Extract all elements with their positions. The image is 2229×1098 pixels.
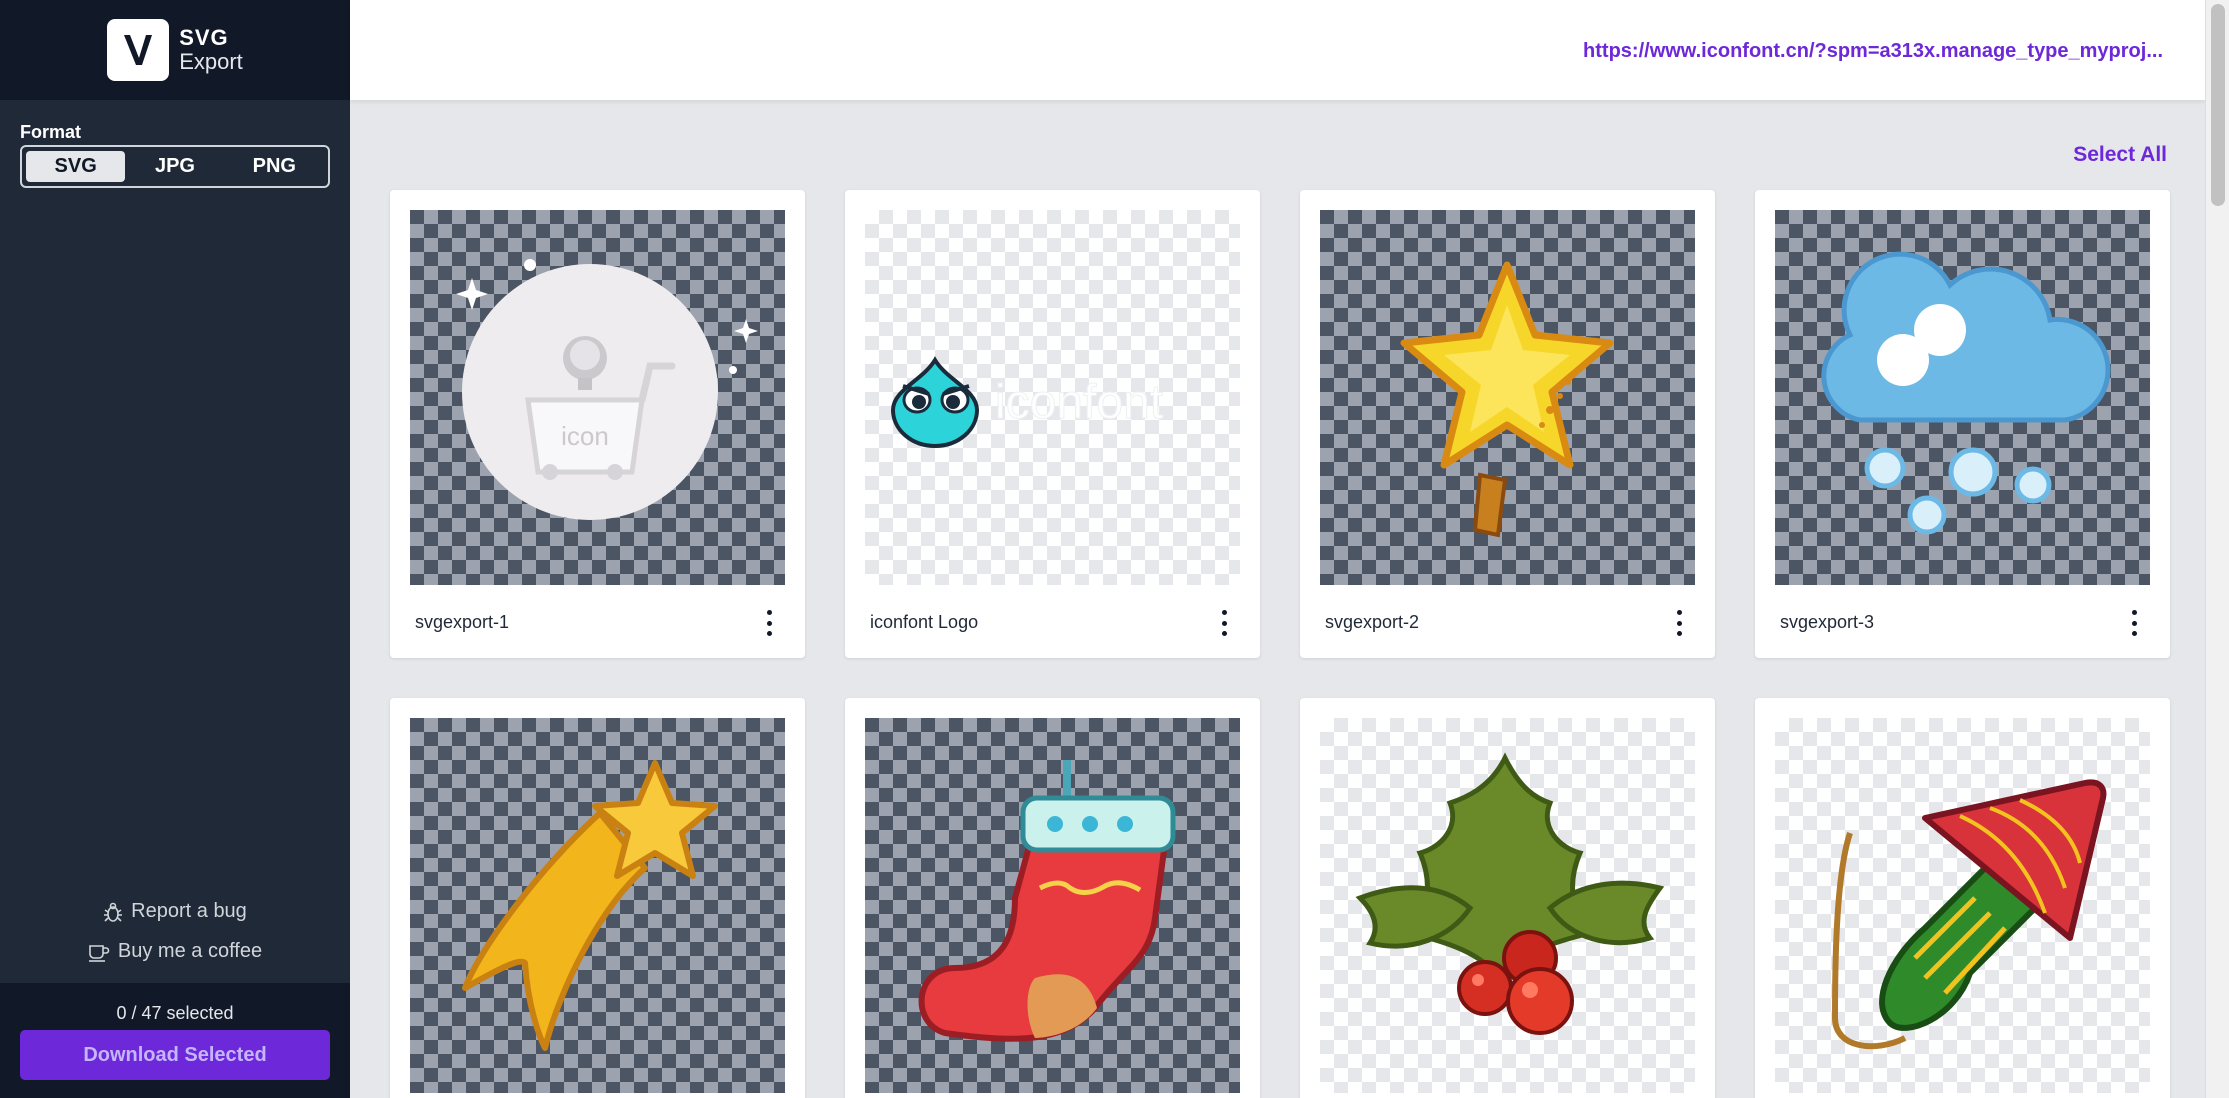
format-option-png[interactable]: PNG — [225, 151, 324, 182]
select-all-button[interactable]: Select All — [2073, 143, 2167, 167]
holly-berries-icon — [1355, 752, 1665, 1035]
sidebar: SVG Export Format SVG JPG PNG Report a b… — [0, 0, 350, 1098]
more-options-icon[interactable] — [1218, 610, 1230, 636]
report-bug-link[interactable]: Report a bug — [0, 900, 350, 923]
icon-card[interactable]: iconfont iconfont Logo — [845, 190, 1260, 658]
report-bug-label: Report a bug — [131, 900, 247, 922]
format-option-svg[interactable]: SVG — [26, 151, 126, 182]
more-options-icon[interactable] — [1673, 610, 1685, 636]
download-selected-button[interactable]: Download Selected — [20, 1030, 330, 1080]
buy-coffee-link[interactable]: Buy me a coffee — [0, 940, 350, 963]
more-options-icon[interactable] — [763, 610, 775, 636]
brand-line-2: Export — [179, 49, 243, 74]
icon-preview — [865, 718, 1240, 1093]
brand-line-1: SVG — [179, 25, 229, 50]
iconfont-logo-icon: iconfont — [890, 356, 1164, 448]
icon-preview — [1775, 718, 2150, 1093]
icon-name: svgexport-3 — [1780, 612, 1875, 632]
icon-card[interactable] — [1755, 698, 2170, 1098]
icon-preview: iconfont — [865, 210, 1240, 585]
christmas-stocking-icon — [918, 760, 1176, 1042]
icon-card[interactable]: svgexport-3 — [1755, 190, 2170, 658]
svg-text:icon: icon — [561, 421, 609, 451]
format-label: Format — [20, 122, 82, 142]
firework-rocket-icon — [1831, 779, 2107, 1050]
icon-preview: icon — [410, 210, 785, 585]
brand-name: SVG Export — [179, 27, 243, 73]
vertical-scrollbar[interactable] — [2205, 0, 2229, 1098]
icon-card[interactable] — [1300, 698, 1715, 1098]
buy-coffee-label: Buy me a coffee — [117, 940, 263, 962]
bug-icon — [104, 902, 123, 922]
scrollbar-thumb[interactable] — [2211, 4, 2225, 206]
svg-text:iconfont: iconfont — [995, 376, 1163, 429]
icon-card[interactable] — [845, 698, 1260, 1098]
shopping-cart-placeholder-icon: icon — [456, 259, 758, 520]
icon-card[interactable] — [390, 698, 805, 1098]
top-bar: https://www.iconfont.cn/?spm=a313x.manag… — [350, 0, 2205, 100]
icon-card[interactable]: svgexport-2 — [1300, 190, 1715, 658]
icon-name: iconfont Logo — [870, 612, 979, 632]
sidebar-footer: 0 / 47 selected Download Selected — [0, 983, 350, 1098]
source-url-link[interactable]: https://www.iconfont.cn/?spm=a313x.manag… — [1583, 40, 2163, 63]
svg-export-app: SVG Export Format SVG JPG PNG Report a b… — [0, 0, 2229, 1098]
icon-name: svgexport-1 — [415, 612, 510, 632]
star-tree-topper-icon — [1400, 261, 1614, 538]
format-switch: SVG JPG PNG — [20, 145, 330, 188]
icon-preview — [1775, 210, 2150, 585]
more-options-icon[interactable] — [2128, 610, 2140, 636]
icon-preview — [410, 718, 785, 1093]
icon-card[interactable]: icon svgexport-1 — [390, 190, 805, 658]
brand-header: SVG Export — [0, 0, 350, 100]
brand-logo-icon — [107, 19, 170, 81]
snow-cloud-icon — [1821, 251, 2111, 535]
icon-preview — [1320, 210, 1695, 585]
selected-count: 0 / 47 selected — [116, 1003, 234, 1023]
icon-preview — [1320, 718, 1695, 1093]
shooting-star-icon — [462, 760, 718, 1051]
coffee-cup-icon — [88, 944, 110, 962]
icon-name: svgexport-2 — [1325, 612, 1420, 632]
format-option-jpg[interactable]: JPG — [125, 151, 224, 182]
